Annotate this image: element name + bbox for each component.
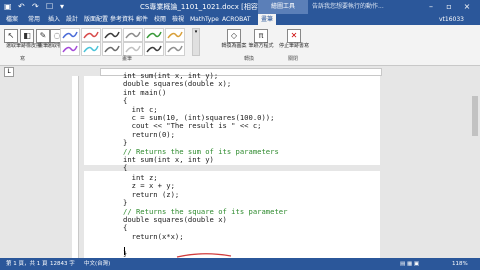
pen-swatch[interactable] [81,42,101,56]
tell-me-box[interactable]: 告訴我您想要執行的動作... [312,2,384,12]
tab-selector-icon[interactable]: L [4,67,14,77]
redo-icon[interactable]: ↷ [32,2,39,12]
pen-swatch[interactable] [165,28,185,42]
group-label-pens: 畫筆 [122,56,133,62]
text-cursor [124,247,125,255]
tab-review[interactable]: 校閱 [154,14,166,25]
view-buttons[interactable]: ▤ ▦ ▣ [400,258,419,270]
pen-swatch[interactable] [60,42,80,56]
status-bar: 第 1 頁，共 1 頁 12843 字 中文(台灣) ▤ ▦ ▣ 118% [0,258,480,270]
vertical-scrollbar[interactable] [470,76,480,258]
minimize-button[interactable]: – [424,0,438,14]
code-line: int sum(int x, int y) [123,155,214,164]
group-label-convert: 轉換 [244,56,255,62]
tab-layout[interactable]: 版面配置 [84,14,108,25]
group-label-close: 關閉 [288,56,299,62]
tab-mailings[interactable]: 郵件 [136,14,148,25]
cursor-icon: ↖ [4,29,18,43]
code-line: return (z); [123,189,180,199]
horizontal-ruler: L [0,66,480,77]
code-line: return(0); [123,129,175,139]
zoom-level[interactable]: 118% [452,258,468,270]
pen-swatch[interactable] [81,28,101,42]
tab-pens[interactable]: 畫筆 [258,14,277,25]
pen-swatch[interactable] [165,42,185,56]
title-bar: ▣ ↶ ↷ ☐ ▾ CS專業概論_1101_1021.docx [相容模式] -… [0,0,480,14]
page-break [84,165,380,171]
pen-icon: ✎ [36,29,50,43]
pen-swatch[interactable] [123,42,143,56]
scrollbar-thumb[interactable] [472,96,478,136]
language[interactable]: 中文(台灣) [84,258,110,270]
maximize-button[interactable]: ▫ [442,0,456,14]
stop-ink-button[interactable]: ✕ 停止筆跡書寫 [276,29,312,50]
ribbon-tabs: 檔案 常用 插入 設計 版面配置 參考資料 郵件 校閱 檢視 MathType … [0,14,480,25]
user-account[interactable]: vt16033 [439,14,464,25]
code-line: int main() [123,87,167,97]
pen-swatch[interactable] [102,42,122,56]
math-icon: π [254,29,268,43]
code-line: double squares(double x) [123,215,227,224]
pen-swatch[interactable] [144,42,164,56]
tab-insert[interactable]: 插入 [48,14,60,25]
pen-swatch[interactable] [60,28,80,42]
customize-qat-icon[interactable]: ▾ [60,2,64,12]
undo-icon[interactable]: ↶ [18,2,25,12]
tab-references[interactable]: 參考資料 [110,14,134,25]
tab-file[interactable]: 檔案 [6,14,18,25]
save-icon[interactable]: ▣ [4,2,12,12]
touch-mode-icon[interactable]: ☐ [46,2,53,12]
tab-acrobat[interactable]: ACROBAT [222,14,251,25]
code-line: { [123,163,128,173]
context-tab-drawing-tools: 繪圖工具 [258,0,308,14]
pen-gallery [60,28,190,56]
page-count[interactable]: 第 1 頁，共 1 頁 [6,258,48,270]
close-icon: ✕ [287,29,301,43]
group-label-write: 寫 [20,56,26,62]
ribbon-panel: ↖ 選取 ◧ 筆跡橡皮擦 ✎ 畫筆 ◌ 選取物件 寫 ▾ 畫筆 ◇ 轉換為圖案 … [0,25,480,66]
tab-mathtype[interactable]: MathType [190,14,219,25]
tab-home[interactable]: 常用 [28,14,40,25]
pen-swatch[interactable] [102,28,122,42]
tab-view[interactable]: 檢視 [172,14,184,25]
pen-swatch[interactable] [144,28,164,42]
pen-gallery-scroll[interactable]: ▾ [192,28,200,56]
vertical-ruler [72,76,79,258]
eraser-icon: ◧ [20,29,34,43]
shapes-icon: ◇ [227,29,241,43]
pen-swatch[interactable] [123,28,143,42]
close-button[interactable]: × [460,0,474,14]
code-line: return(x*x); [123,231,184,241]
word-count[interactable]: 12843 字 [50,258,75,270]
tab-design[interactable]: 設計 [66,14,78,25]
